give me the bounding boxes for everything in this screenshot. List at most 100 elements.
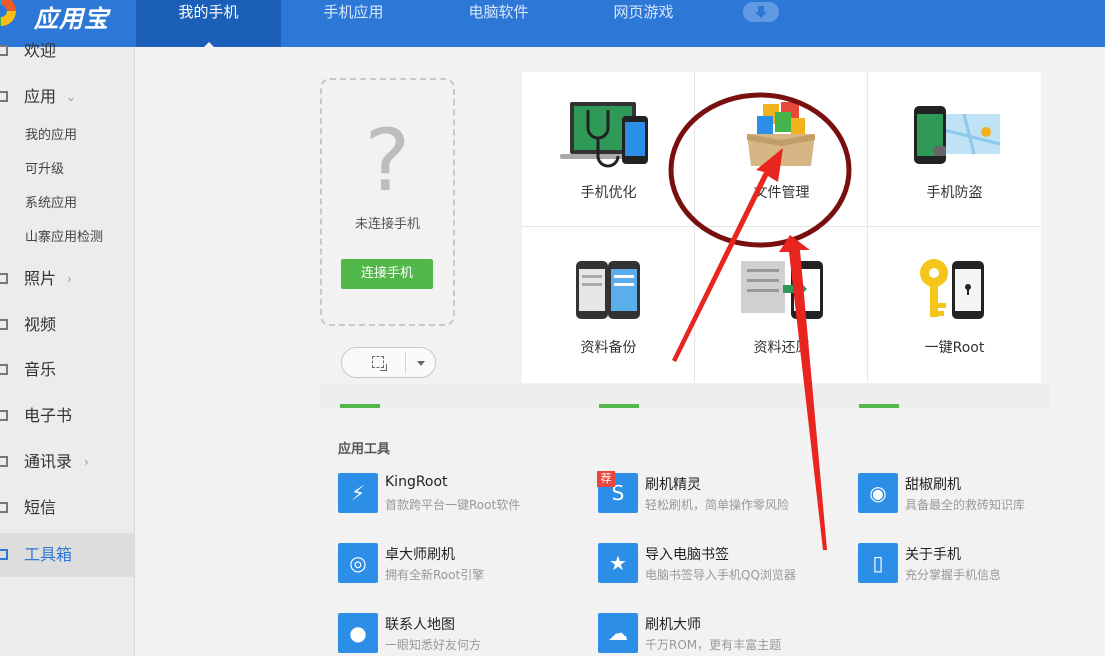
app-name: 应用宝 bbox=[34, 5, 109, 33]
book-icon bbox=[0, 410, 8, 421]
connect-phone-button[interactable]: 连接手机 bbox=[341, 259, 433, 289]
tool-file-manager[interactable]: 文件管理 bbox=[695, 72, 868, 227]
tool-label: 文件管理 bbox=[753, 185, 810, 201]
download-icon[interactable] bbox=[743, 2, 779, 22]
app-desc: 电脑书签导入手机QQ浏览器 bbox=[645, 568, 796, 582]
section-title: 应用工具 bbox=[338, 442, 391, 457]
sidebar-subitem-my-apps[interactable]: 我的应用 bbox=[25, 126, 77, 146]
sidebar-item-label: 视频 bbox=[24, 315, 57, 334]
tool-one-click-root[interactable]: 一键Root bbox=[868, 227, 1041, 382]
scroll-hint-bar bbox=[340, 404, 380, 408]
app-item-shuaji-dashi[interactable]: 刷机大师 千万ROM，更有丰富主题 bbox=[598, 613, 838, 656]
tool-label: 资料还原 bbox=[753, 340, 810, 356]
tab-web-games[interactable]: 网页游戏 bbox=[571, 0, 716, 47]
app-desc: 一眼知悉好友何方 bbox=[385, 638, 482, 652]
app-item-about-phone[interactable]: 关于手机 充分掌握手机信息 bbox=[858, 543, 1098, 587]
phone-restore-icon bbox=[741, 261, 823, 319]
stethoscope-phone-icon bbox=[560, 102, 648, 168]
app-item-contact-map[interactable]: 联系人地图 一眼知悉好友何方 bbox=[338, 613, 578, 656]
bookmark-icon bbox=[598, 543, 638, 583]
app-item-zhuodashi[interactable]: 卓大师刷机 拥有全新Root引擎 bbox=[338, 543, 578, 587]
phone-placeholder-card: ? 未连接手机 连接手机 bbox=[320, 78, 455, 326]
sidebar-item-sms[interactable]: 短信 bbox=[0, 488, 135, 528]
tool-label: 资料备份 bbox=[580, 340, 637, 356]
sidebar-item-photos[interactable]: 照片 › bbox=[0, 259, 135, 299]
app-item-shuaji-jingling[interactable]: 荐 刷机精灵 轻松刷机，简单操作零风险 bbox=[597, 471, 838, 517]
video-icon bbox=[0, 319, 8, 330]
sidebar-item-label: 应用 bbox=[24, 87, 57, 106]
sidebar-item-label: 欢迎 bbox=[24, 41, 57, 60]
sidebar-item-welcome[interactable]: 欢迎 bbox=[0, 31, 135, 71]
file-box-icon bbox=[747, 102, 815, 166]
tools-grid: 手机优化 文件管理 手机防盗 资料备份 资料还原 一键Root bbox=[522, 72, 1041, 383]
app-name: 刷机精灵 bbox=[645, 477, 701, 493]
tool-label: 一键Root bbox=[924, 340, 985, 356]
globe-icon bbox=[338, 543, 378, 583]
pepper-icon bbox=[858, 473, 898, 513]
sidebar-subitem-fake-app-check[interactable]: 山寨应用检测 bbox=[25, 228, 103, 248]
cloud-icon bbox=[598, 613, 638, 653]
app-item-tianjiao[interactable]: 甜椒刷机 具备最全的救砖知识库 bbox=[858, 473, 1098, 517]
sidebar-item-videos[interactable]: 视频 bbox=[0, 305, 135, 345]
tab-pc-software[interactable]: 电脑软件 bbox=[426, 0, 571, 47]
apps-icon bbox=[0, 91, 8, 102]
app-desc: 千万ROM，更有丰富主题 bbox=[645, 638, 782, 652]
app-desc: 轻松刷机，简单操作零风险 bbox=[645, 498, 790, 512]
tool-anti-theft[interactable]: 手机防盗 bbox=[868, 72, 1041, 227]
app-name: 刷机大师 bbox=[645, 617, 701, 633]
app-name: KingRoot bbox=[385, 474, 448, 490]
app-logo-icon bbox=[0, 0, 16, 26]
map-pin-icon bbox=[338, 613, 378, 653]
sidebar-item-label: 工具箱 bbox=[24, 545, 73, 564]
chevron-right-icon: › bbox=[84, 455, 89, 469]
app-name: 甜椒刷机 bbox=[905, 477, 961, 493]
contacts-icon bbox=[0, 456, 8, 467]
sidebar-item-label: 照片 bbox=[24, 269, 57, 288]
recommend-badge: 荐 bbox=[597, 471, 615, 487]
lightning-icon bbox=[338, 473, 378, 513]
crop-icon bbox=[372, 356, 387, 371]
app-item-import-bookmarks[interactable]: 导入电脑书签 电脑书签导入手机QQ浏览器 bbox=[598, 543, 838, 587]
app-name: 卓大师刷机 bbox=[385, 547, 455, 563]
chevron-down-icon: ⌄ bbox=[66, 90, 77, 104]
scroll-hint-bar bbox=[599, 404, 639, 408]
music-icon bbox=[0, 364, 8, 375]
tool-restore[interactable]: 资料还原 bbox=[695, 227, 868, 382]
phone-info-icon bbox=[858, 543, 898, 583]
tools-grid-shadow bbox=[320, 384, 1050, 408]
tool-label: 手机优化 bbox=[580, 185, 637, 201]
app-item-kingroot[interactable]: KingRoot 首款跨平台一键Root软件 bbox=[338, 473, 578, 517]
tool-label: 手机防盗 bbox=[926, 185, 983, 201]
top-nav-bar: 应用宝 我的手机 手机应用 电脑软件 网页游戏 bbox=[0, 0, 1105, 47]
tool-backup[interactable]: 资料备份 bbox=[522, 227, 695, 382]
tab-phone-apps[interactable]: 手机应用 bbox=[281, 0, 426, 47]
sidebar-item-label: 电子书 bbox=[24, 406, 73, 425]
sidebar: 欢迎 应用 ⌄ 我的应用 可升级 系统应用 山寨应用检测 照片 › 视频 音乐 … bbox=[0, 41, 135, 656]
sidebar-subitem-upgradable[interactable]: 可升级 bbox=[25, 160, 64, 180]
chevron-right-icon: › bbox=[67, 272, 72, 286]
app-name: 导入电脑书签 bbox=[645, 547, 729, 563]
app-name: 关于手机 bbox=[905, 547, 961, 563]
sidebar-item-label: 短信 bbox=[24, 498, 57, 517]
sidebar-subitem-system-apps[interactable]: 系统应用 bbox=[25, 194, 77, 214]
screenshot-button[interactable] bbox=[341, 347, 436, 378]
sidebar-item-music[interactable]: 音乐 bbox=[0, 350, 135, 390]
app-desc: 拥有全新Root引擎 bbox=[385, 568, 485, 582]
divider bbox=[405, 352, 406, 374]
sidebar-item-label: 通讯录 bbox=[24, 452, 73, 471]
welcome-icon bbox=[0, 45, 8, 56]
sidebar-item-ebooks[interactable]: 电子书 bbox=[0, 396, 135, 436]
sidebar-item-toolbox[interactable]: 工具箱 bbox=[0, 533, 135, 577]
question-mark-icon: ? bbox=[364, 111, 411, 211]
sidebar-item-apps[interactable]: 应用 ⌄ bbox=[0, 77, 135, 117]
key-phone-icon bbox=[920, 259, 984, 319]
sidebar-item-contacts[interactable]: 通讯录 › bbox=[0, 442, 135, 482]
tab-my-phone[interactable]: 我的手机 bbox=[136, 0, 281, 47]
phone-backup-icon bbox=[576, 261, 640, 319]
chevron-down-icon[interactable] bbox=[417, 361, 425, 370]
sidebar-item-label: 音乐 bbox=[24, 360, 57, 379]
tool-phone-optimize[interactable]: 手机优化 bbox=[522, 72, 695, 227]
app-name: 联系人地图 bbox=[385, 617, 455, 633]
phone-lock-map-icon bbox=[914, 106, 1001, 164]
phone-status: 未连接手机 bbox=[354, 217, 420, 232]
